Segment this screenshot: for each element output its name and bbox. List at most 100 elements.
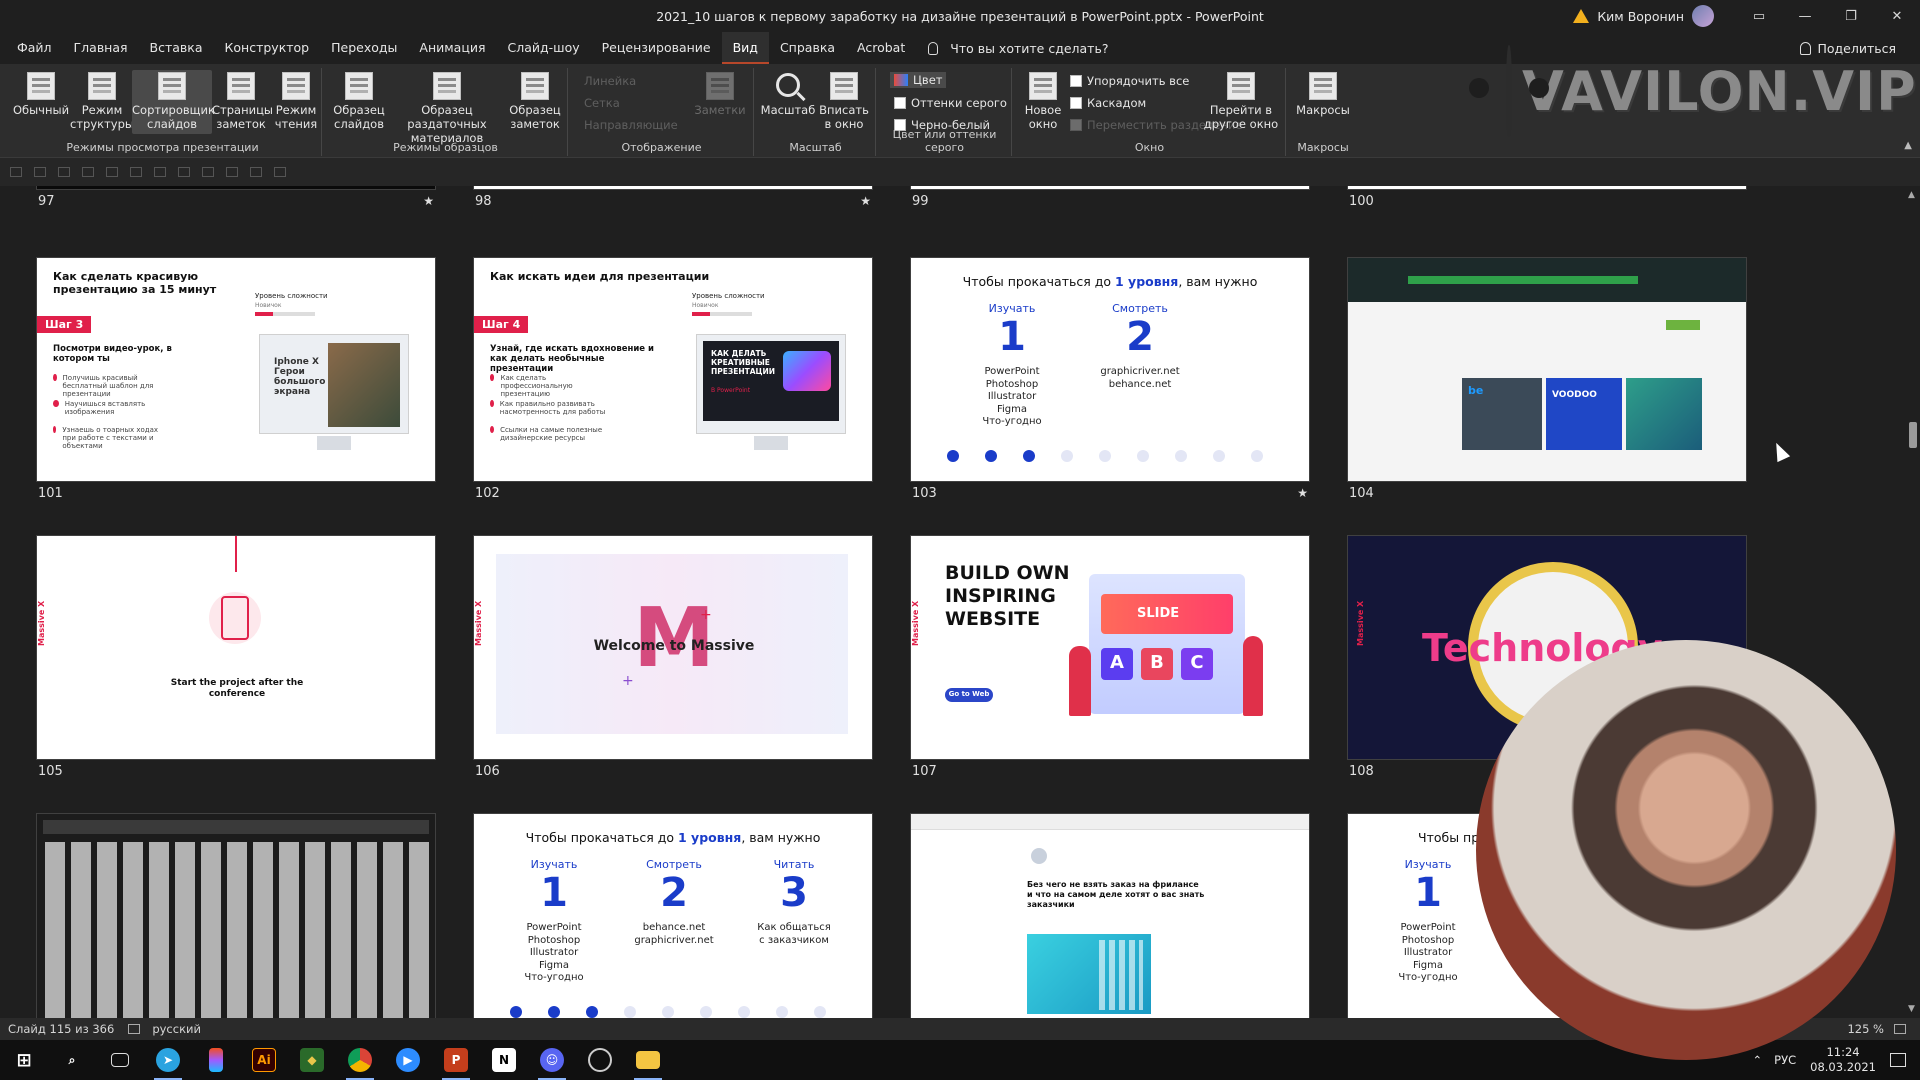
scrollbar-thumb[interactable] [1909, 422, 1917, 448]
close-button[interactable]: ✕ [1874, 0, 1920, 32]
user-avatar[interactable] [1692, 5, 1714, 27]
slide-title: BUILD OWN INSPIRING WEBSITE [945, 562, 1070, 630]
slide-101-preview[interactable]: Как сделать красивую презентацию за 15 м… [36, 257, 436, 482]
qat-icon[interactable] [154, 167, 166, 177]
tab-slideshow[interactable]: Слайд-шоу [497, 32, 591, 64]
reading-view-button[interactable]: Режим чтения [270, 70, 322, 131]
move-split-icon [1070, 119, 1082, 131]
slide-97-preview[interactable] [36, 186, 436, 190]
qat-icon[interactable] [34, 167, 46, 177]
chrome-app[interactable] [336, 1040, 384, 1080]
slide-99-preview[interactable] [910, 186, 1310, 190]
tab-review[interactable]: Рецензирование [591, 32, 722, 64]
qat-icon[interactable] [226, 167, 238, 177]
telegram-app[interactable]: ➤ [144, 1040, 192, 1080]
vertical-scrollbar[interactable]: ▲ ▼ [1906, 186, 1920, 1018]
search-button[interactable]: ⌕ [48, 1040, 96, 1080]
language-indicator[interactable]: русский [152, 1022, 201, 1036]
slide-109-preview[interactable] [36, 813, 436, 1018]
tab-home[interactable]: Главная [63, 32, 139, 64]
qat-icon[interactable] [58, 167, 70, 177]
switch-windows-button[interactable]: Перейти в другое окно [1200, 70, 1282, 131]
fit-to-window-button[interactable]: Вписать в окно [816, 70, 872, 131]
qat-icon[interactable] [106, 167, 118, 177]
figma-app[interactable] [192, 1040, 240, 1080]
group-window: Новое окно Упорядочить все Каскадом Пере… [1014, 68, 1286, 156]
slide-105-preview[interactable]: Massive X Start the project after the co… [36, 535, 436, 760]
tell-me-search[interactable]: Что вы хотите сделать? [928, 41, 1108, 56]
qat-icon[interactable] [82, 167, 94, 177]
input-language[interactable]: РУС [1774, 1053, 1796, 1067]
warning-icon[interactable] [1573, 9, 1590, 23]
outline-view-button[interactable]: Режим структуры [70, 70, 134, 131]
tab-view[interactable]: Вид [721, 32, 769, 64]
tab-insert[interactable]: Вставка [139, 32, 214, 64]
macros-button[interactable]: Макросы [1292, 70, 1354, 117]
slide-111-preview[interactable]: Без чего не взять заказ на фрилансе и чт… [910, 813, 1310, 1018]
illustrator-app[interactable]: Ai [240, 1040, 288, 1080]
slide-title: Чтобы прокачаться до 1 уровня, вам нужно [962, 274, 1258, 289]
scroll-up-icon[interactable]: ▲ [1908, 190, 1915, 200]
slide-107-preview[interactable]: Massive X BUILD OWN INSPIRING WEBSITE Go… [910, 535, 1310, 760]
go-to-web-button: Go to Web [948, 690, 990, 698]
qat-icon[interactable] [250, 167, 262, 177]
discord-app[interactable]: ☺ [528, 1040, 576, 1080]
clock[interactable]: 11:24 08.03.2021 [1810, 1045, 1876, 1075]
slide-sorter-button[interactable]: Сортировщик слайдов [132, 70, 215, 134]
difficulty-value: Новичок [692, 302, 719, 309]
notes-page-button[interactable]: Страницы заметок [212, 70, 273, 131]
obs-app[interactable] [576, 1040, 624, 1080]
slide-103-preview[interactable]: Чтобы прокачаться до 1 уровня, вам нужно… [910, 257, 1310, 482]
tab-transitions[interactable]: Переходы [320, 32, 408, 64]
spellcheck-icon[interactable] [128, 1024, 141, 1034]
handout-master-button[interactable]: Образец раздаточных материалов [386, 70, 508, 145]
scroll-down-icon[interactable]: ▼ [1908, 1004, 1915, 1014]
slide-master-button[interactable]: Образец слайдов [328, 70, 390, 131]
tab-acrobat[interactable]: Acrobat [846, 32, 916, 64]
notes-master-button[interactable]: Образец заметок [504, 70, 566, 131]
group-label-show: Отображение [621, 141, 702, 154]
zoom-level[interactable]: 125 % [1847, 1022, 1884, 1036]
arrange-all-button[interactable]: Упорядочить все [1070, 74, 1189, 88]
notifications-icon[interactable] [1890, 1053, 1906, 1067]
tab-help[interactable]: Справка [769, 32, 846, 64]
restore-button[interactable]: ❐ [1828, 0, 1874, 32]
notion-app[interactable]: N [480, 1040, 528, 1080]
cascade-icon [1070, 97, 1082, 109]
powerpoint-app[interactable]: P [432, 1040, 480, 1080]
slide-104-preview[interactable]: be VOODOO [1347, 257, 1747, 482]
tab-file[interactable]: Файл [6, 32, 63, 64]
slide-number: 102 [475, 486, 500, 501]
slide-98-preview[interactable] [473, 186, 873, 190]
qat-icon[interactable] [202, 167, 214, 177]
grayscale-button[interactable]: Оттенки серого [894, 96, 1007, 110]
screen-subtitle: В PowerPoint [711, 387, 751, 394]
new-window-button[interactable]: Новое окно [1018, 70, 1068, 131]
task-view-button[interactable] [96, 1040, 144, 1080]
cascade-button[interactable]: Каскадом [1070, 96, 1146, 110]
security-app[interactable]: ◆ [288, 1040, 336, 1080]
ribbon-display-options-icon[interactable]: ▭ [1736, 0, 1782, 32]
qat-icon[interactable] [178, 167, 190, 177]
slide-102-preview[interactable]: Как искать идеи для презентации Шаг 4 Уз… [473, 257, 873, 482]
zoom-button[interactable]: Масштаб [760, 70, 816, 117]
status-right: 125 % [1847, 1018, 1906, 1040]
fit-slide-icon[interactable] [1894, 1024, 1906, 1034]
slide-110-preview[interactable]: Чтобы прокачаться до 1 уровня, вам нужно… [473, 813, 873, 1018]
color-button[interactable]: Цвет [890, 72, 947, 88]
minimize-button[interactable]: — [1782, 0, 1828, 32]
zoom-app[interactable]: ▶ [384, 1040, 432, 1080]
user-name[interactable]: Ким Воронин [1597, 9, 1684, 24]
start-button[interactable]: ⊞ [0, 1040, 48, 1080]
qat-icon[interactable] [130, 167, 142, 177]
chevron-up-icon[interactable]: ⌃ [1753, 1053, 1763, 1067]
slide-106-preview[interactable]: Massive X M Welcome to Massive + + [473, 535, 873, 760]
qat-icon[interactable] [10, 167, 22, 177]
slide-100-preview[interactable] [1347, 186, 1747, 190]
slide-title: Как искать идеи для презентации [490, 270, 710, 283]
tab-design[interactable]: Конструктор [214, 32, 321, 64]
tab-animations[interactable]: Анимация [408, 32, 496, 64]
qat-icon[interactable] [274, 167, 286, 177]
file-explorer-app[interactable] [624, 1040, 672, 1080]
normal-view-button[interactable]: Обычный [6, 70, 76, 117]
